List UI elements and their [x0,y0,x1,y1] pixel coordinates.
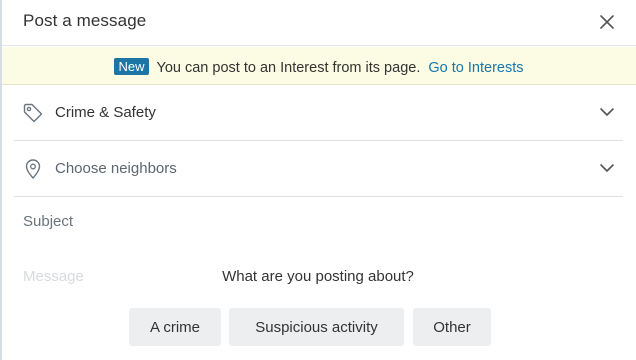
close-icon [600,15,614,29]
banner-text: You can post to an Interest from its pag… [156,60,421,76]
location-pin-icon [25,159,41,179]
neighbors-select[interactable]: Choose neighbors [14,141,623,197]
go-to-interests-link[interactable]: Go to Interests [428,60,523,76]
posting-about-prompt: What are you posting about? [222,268,414,285]
tag-icon [23,103,43,123]
a-crime-button[interactable]: A crime [129,308,221,346]
suspicious-activity-button[interactable]: Suspicious activity [229,308,404,346]
chevron-down-icon [600,164,614,172]
category-value: Crime & Safety [55,104,156,121]
info-banner: New You can post to an Interest from its … [2,47,636,85]
new-badge: New [114,58,149,75]
subject-input[interactable] [23,213,613,230]
category-select[interactable]: Crime & Safety [14,85,623,141]
close-button[interactable] [596,11,618,33]
dialog-title: Post a message [23,11,147,30]
chevron-down-icon [600,108,614,116]
other-button[interactable]: Other [413,308,491,346]
dialog-header: Post a message [2,0,636,46]
neighbors-placeholder: Choose neighbors [55,160,177,177]
